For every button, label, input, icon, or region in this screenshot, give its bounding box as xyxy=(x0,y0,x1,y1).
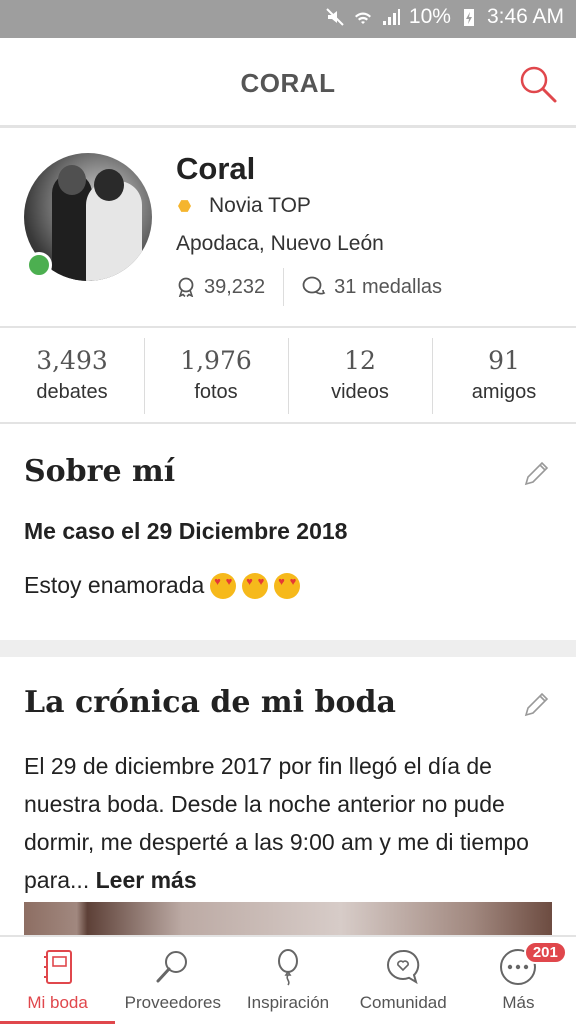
wedding-date: Me caso el 29 Diciembre 2018 xyxy=(24,518,348,544)
status-bar: 10% 3:46 AM xyxy=(0,0,576,38)
count-label: amigos xyxy=(471,381,537,403)
clock: 3:46 AM xyxy=(486,5,564,28)
chronicle-text: El 29 de diciembre 2017 por fin llegó el… xyxy=(24,747,554,899)
wifi-icon xyxy=(354,12,371,24)
battery-charging-icon xyxy=(463,9,474,26)
rank-label: Novia TOP xyxy=(209,194,311,217)
nav-inspiracion[interactable]: Inspiración xyxy=(230,937,345,1024)
medals-chat-icon xyxy=(302,276,326,295)
count-label: videos xyxy=(331,381,389,403)
about-status-text: Estoy enamorada xyxy=(24,572,205,598)
mute-icon xyxy=(326,8,344,26)
profile-location: Apodaca, Nuevo León xyxy=(176,232,384,255)
read-more-link[interactable]: Leer más xyxy=(96,867,197,893)
nav-label: Inspiración xyxy=(246,993,330,1012)
page-title: CORAL xyxy=(240,68,336,98)
search-icon[interactable] xyxy=(518,64,558,104)
nav-mas[interactable]: 201 Más xyxy=(461,937,576,1024)
chronicle-photo[interactable] xyxy=(24,902,552,937)
section-divider xyxy=(0,640,576,657)
chronicle-card: La crónica de mi boda El 29 de diciembre… xyxy=(0,657,576,937)
profile-header: Coral Novia TOP Apodaca, Nuevo León 39,2… xyxy=(0,131,576,328)
nav-mi-boda[interactable]: Mi boda xyxy=(0,937,116,1024)
profile-stats: 39,232 31 medallas xyxy=(176,268,442,306)
nav-label: Comunidad xyxy=(359,993,447,1012)
heart-eyes-emoji-icon xyxy=(210,572,237,599)
count-amigos[interactable]: 91 amigos xyxy=(432,330,576,422)
nav-label: Proveedores xyxy=(124,993,221,1012)
medals-stat[interactable]: 31 medallas xyxy=(302,276,442,299)
count-label: fotos xyxy=(194,381,238,403)
signal-icon xyxy=(382,9,400,25)
about-status: Estoy enamorada xyxy=(24,572,301,599)
nav-label: Mi boda xyxy=(27,993,88,1012)
count-value: 1,976 xyxy=(180,346,252,375)
medals-value: 31 medallas xyxy=(334,275,443,298)
nav-comunidad[interactable]: Comunidad xyxy=(346,937,461,1024)
notification-badge: 201 xyxy=(523,941,567,964)
rank-icon xyxy=(178,200,191,212)
balloon-icon xyxy=(278,949,298,986)
profile-rank: Novia TOP xyxy=(176,194,311,218)
profile-counts: 3,493 debates 1,976 fotos 12 videos 91 a… xyxy=(0,330,576,424)
chronicle-title: La crónica de mi boda xyxy=(24,685,396,720)
battery-percent: 10% xyxy=(408,5,451,28)
app-bar: CORAL xyxy=(0,38,576,128)
count-value: 3,493 xyxy=(36,346,108,375)
points-icon xyxy=(178,277,194,297)
points-stat[interactable]: 39,232 xyxy=(176,276,265,299)
heart-eyes-emoji-icon xyxy=(242,572,269,599)
chat-heart-icon xyxy=(387,949,420,985)
edit-pencil-icon[interactable] xyxy=(522,689,552,719)
points-value: 39,232 xyxy=(204,275,266,298)
bottom-nav: Mi boda Proveedores Inspiración Comunida… xyxy=(0,935,576,1024)
count-value: 91 xyxy=(488,346,520,375)
count-fotos[interactable]: 1,976 fotos xyxy=(144,330,288,422)
edit-pencil-icon[interactable] xyxy=(522,458,552,488)
heart-eyes-emoji-icon xyxy=(274,572,301,599)
nav-label: Más xyxy=(502,993,535,1012)
count-videos[interactable]: 12 videos xyxy=(288,330,432,422)
magnifier-icon xyxy=(156,951,187,983)
count-debates[interactable]: 3,493 debates xyxy=(0,330,144,422)
count-label: debates xyxy=(36,381,108,403)
profile-name: Coral xyxy=(176,151,256,186)
count-value: 12 xyxy=(344,346,376,375)
nav-proveedores[interactable]: Proveedores xyxy=(115,937,230,1024)
notebook-icon xyxy=(43,950,72,984)
about-card: Sobre mí Me caso el 29 Diciembre 2018 Es… xyxy=(0,426,576,640)
online-indicator xyxy=(26,252,52,278)
about-title: Sobre mí xyxy=(24,454,176,489)
status-icons: 10% 3:46 AM xyxy=(325,5,564,29)
